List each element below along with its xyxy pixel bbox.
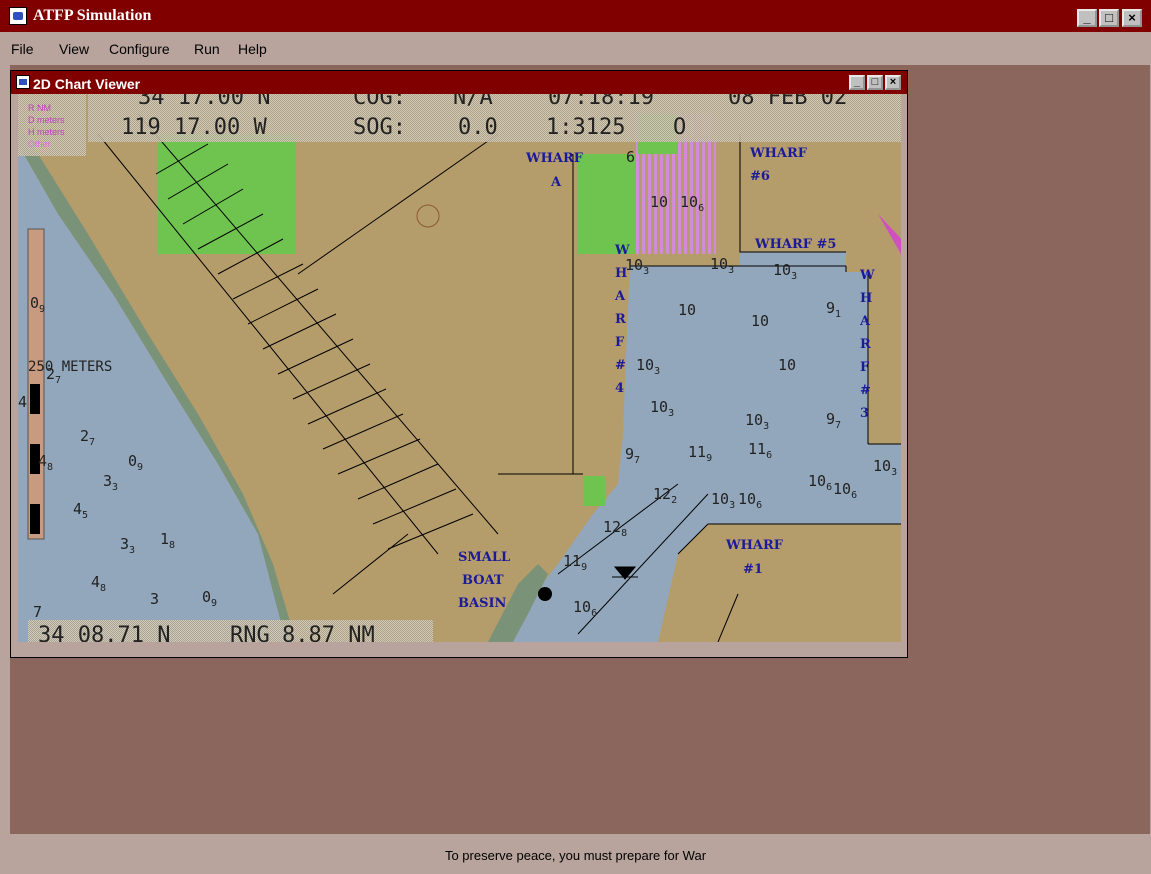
sounding: 6 [626,148,635,166]
svg-text:A: A [859,314,871,329]
readout-sog-value: 0.0 [458,115,498,140]
chart-minimize-button[interactable]: _ [849,75,865,90]
wharf-a-line1: WHARF [525,151,584,166]
readout-cog-label: COG: [353,94,406,110]
wharf-a-line2: A [550,175,562,190]
cursor-lat: 34 08.71 N [38,623,170,642]
svg-text:#: # [615,358,626,373]
chart-viewer-title: 2D Chart Viewer [33,76,141,92]
readout-lon: 119 17.00 W [121,115,267,140]
sounding: 10 [678,301,696,319]
sounding: 4 [18,393,27,411]
wharf-6-line2: #6 [750,169,770,184]
cursor-rng-label: RNG [230,623,270,642]
legend-other: Other [28,139,51,149]
app-title: ATFP Simulation [33,7,152,24]
status-text: To preserve peace, you must prepare for … [444,848,707,863]
svg-text:3: 3 [860,406,869,421]
wharf-5: WHARF #5 [754,237,836,252]
sounding: 10 [778,356,796,374]
readout-date: 08 FEB 02 [728,94,847,110]
menu-file[interactable]: File [11,41,34,57]
legend-d: D meters [28,115,65,125]
wharf-1-line2: #1 [743,562,763,577]
green-parcel-2 [578,154,636,254]
svg-text:H: H [860,291,872,306]
minimize-button[interactable]: _ [1077,9,1097,27]
legend-r: R NM [28,103,51,113]
chart-viewer-window[interactable]: 2D Chart Viewer _ □ × 34 17.00 N 119 17.… [10,70,908,658]
svg-text:F: F [615,335,625,350]
wharf-6-line1: WHARF [749,146,808,161]
chart-maximize-button[interactable]: □ [867,75,883,90]
menu-view[interactable]: View [59,41,89,57]
green-parcel-3 [583,476,605,506]
svg-text:4: 4 [615,381,624,396]
app-title-bar[interactable]: ATFP Simulation _ □ × [0,0,1151,32]
wharf-1-line1: WHARF [725,538,784,553]
app-icon[interactable] [9,7,27,25]
svg-text:A: A [614,289,626,304]
scale-bar [27,228,45,540]
chart-viewer-title-bar[interactable]: 2D Chart Viewer _ □ × [11,71,907,94]
svg-text:#: # [860,383,871,398]
menu-run[interactable]: Run [194,41,220,57]
menu-bar: File View Configure Run Help [0,34,1151,62]
vessel-position-dot [538,587,552,601]
small-boat-label-1: SMALL [458,550,510,565]
svg-text:W: W [859,268,875,283]
readout-time: 07:18:19 [548,94,654,110]
menu-help[interactable]: Help [238,41,267,57]
small-boat-label-3: BASIN [458,596,507,611]
sounding: 7 [33,603,42,621]
svg-text:R: R [860,337,871,352]
chart-viewer-icon[interactable] [16,75,30,89]
scale-bar-label: 250 METERS [28,359,112,375]
small-boat-label-2: BOAT [462,573,504,588]
sounding: 3 [150,590,159,608]
readout-scale: 1:3125 [546,115,625,140]
readout-scale-suffix: O [673,115,686,140]
legend-h: H meters [28,127,65,137]
close-button[interactable]: × [1122,9,1142,27]
svg-text:R: R [615,312,626,327]
green-parcel-1 [158,134,296,254]
chart-close-button[interactable]: × [885,75,901,90]
maximize-button[interactable]: □ [1099,9,1119,27]
sounding: 10 [650,193,668,211]
nautical-chart-map[interactable]: 34 17.00 N 119 17.00 W COG: N/A SOG: 0.0… [18,94,901,642]
readout-cog-value: N/A [453,94,493,110]
sounding: 10 [751,312,769,330]
svg-text:F: F [860,360,870,375]
readout-lat-top: 34 17.00 N [138,94,270,110]
cursor-rng-value: 8.87 NM [282,623,375,642]
readout-sog-label: SOG: [353,115,406,140]
status-bar: To preserve peace, you must prepare for … [0,838,1151,874]
menu-configure[interactable]: Configure [109,41,170,57]
